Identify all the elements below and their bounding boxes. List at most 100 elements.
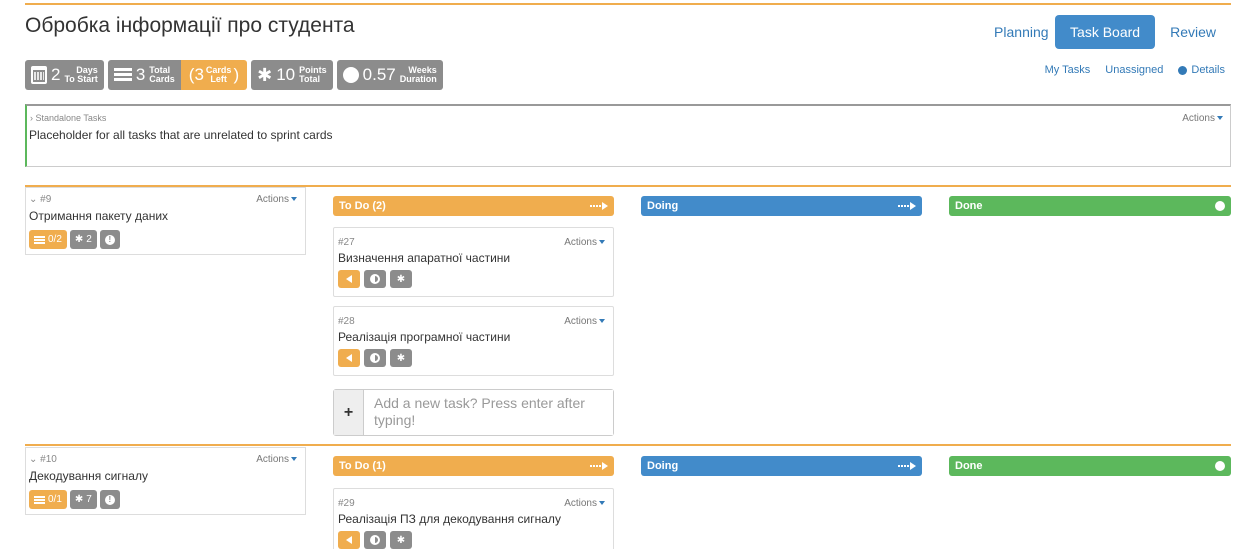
column-doing-label: Doing: [647, 200, 679, 212]
cards-value: 3: [135, 65, 146, 84]
warning-badge[interactable]: !: [99, 490, 120, 509]
column-done-label: Done: [955, 200, 983, 212]
arrow-right-icon[interactable]: [590, 462, 608, 470]
column-todo-header: To Do (2): [333, 196, 614, 216]
details-link[interactable]: Details: [1178, 64, 1225, 76]
clock-icon: [342, 67, 359, 83]
column-doing-header: Doing: [641, 456, 922, 476]
exclamation-icon: !: [104, 234, 115, 245]
star-icon: ✱: [74, 494, 84, 505]
exclamation-icon: !: [104, 494, 115, 505]
column-todo-label: To Do (2): [339, 200, 386, 212]
triangle-left-icon: [346, 275, 352, 283]
arrow-right-icon[interactable]: [898, 202, 916, 210]
standalone-heading[interactable]: › Standalone Tasks: [30, 113, 106, 123]
points-label-2: Total: [299, 74, 320, 84]
tasks-icon: [34, 235, 45, 244]
days-label-2: To Start: [64, 74, 98, 84]
points-stat: ✱ 10 Points Total: [251, 60, 333, 90]
tab-planning[interactable]: Planning: [979, 15, 1055, 49]
standalone-tasks-panel: › Standalone Tasks Actions Placeholder f…: [25, 104, 1231, 167]
points-button[interactable]: ✱: [390, 531, 412, 549]
points-button[interactable]: ✱: [390, 270, 412, 288]
star-icon: ✱: [396, 534, 406, 546]
info-icon: [1178, 65, 1188, 75]
half-circle-icon: [370, 353, 380, 363]
add-task-input[interactable]: [364, 390, 613, 435]
caret-down-icon: [599, 501, 605, 506]
warning-badge[interactable]: !: [99, 230, 120, 249]
days-to-start-stat: 2 Days To Start: [25, 60, 104, 90]
tasks-count: 0/2: [48, 234, 62, 245]
caret-down-icon: [1217, 116, 1223, 121]
task-card[interactable]: #28 Actions Реалізація програмної частин…: [333, 306, 614, 376]
task-actions-dropdown[interactable]: Actions: [564, 237, 605, 248]
page-title: Обробка інформації про студента: [25, 14, 355, 37]
actions-label: Actions: [564, 316, 597, 327]
task-actions-dropdown[interactable]: Actions: [564, 498, 605, 509]
star-icon: ✱: [396, 352, 406, 364]
task-title: Реалізація програмної частини: [338, 330, 511, 344]
status-button[interactable]: [364, 531, 386, 549]
task-buttons: ✱: [338, 270, 412, 288]
task-title: Реалізація ПЗ для декодування сигналу: [338, 512, 561, 526]
standalone-actions-dropdown[interactable]: Actions: [1182, 113, 1223, 124]
points-badge[interactable]: ✱ 2: [69, 230, 97, 249]
caret-down-icon: [599, 240, 605, 245]
tasks-icon: [34, 495, 45, 504]
my-tasks-link[interactable]: My Tasks: [1045, 64, 1091, 76]
story-actions-dropdown[interactable]: Actions: [256, 194, 297, 205]
details-label: Details: [1191, 64, 1225, 76]
column-done-label: Done: [955, 460, 983, 472]
arrow-right-icon[interactable]: [898, 462, 916, 470]
unassigned-link[interactable]: Unassigned: [1105, 64, 1163, 76]
move-left-button[interactable]: [338, 531, 360, 549]
story-id: ⌄ #9: [29, 194, 52, 205]
tasks-count-badge[interactable]: 0/2: [29, 230, 67, 249]
arrow-right-icon[interactable]: [590, 202, 608, 210]
story-badges: 0/1 ✱ 7 !: [29, 490, 120, 509]
task-card[interactable]: #29 Actions Реалізація ПЗ для декодуванн…: [333, 488, 614, 549]
column-todo-label: To Do (1): [339, 460, 386, 472]
task-title: Визначення апаратної частини: [338, 251, 511, 265]
tasks-count-badge[interactable]: 0/1: [29, 490, 67, 509]
cards-left-close: ): [233, 65, 240, 84]
story-actions-dropdown[interactable]: Actions: [256, 454, 297, 465]
days-value: 2: [51, 65, 61, 84]
cards-left-label-2: Left: [210, 74, 227, 84]
actions-label: Actions: [564, 498, 597, 509]
star-icon: ✱: [74, 234, 84, 245]
task-buttons: ✱: [338, 531, 412, 549]
tab-review[interactable]: Review: [1155, 15, 1231, 49]
cards-icon: [113, 68, 132, 82]
task-buttons: ✱: [338, 349, 412, 367]
column-done-header: Done: [949, 456, 1231, 476]
points-button[interactable]: ✱: [390, 349, 412, 367]
points-value: 10: [276, 65, 296, 84]
actions-label: Actions: [256, 194, 289, 205]
star-icon: ✱: [396, 273, 406, 285]
weeks-value: 0.57: [362, 65, 396, 84]
tasks-count: 0/1: [48, 494, 62, 505]
status-button[interactable]: [364, 349, 386, 367]
task-card[interactable]: #27 Actions Визначення апаратної частини…: [333, 227, 614, 297]
tab-task-board[interactable]: Task Board: [1055, 15, 1156, 49]
calendar-icon: [31, 66, 47, 84]
filter-links: My Tasks Unassigned Details: [1045, 64, 1225, 76]
points-badge[interactable]: ✱ 7: [69, 490, 97, 509]
cards-stat: 3 Total Cards (3 Cards Left ): [107, 60, 248, 90]
move-left-button[interactable]: [338, 349, 360, 367]
status-button[interactable]: [364, 270, 386, 288]
cards-left-stat: (3 Cards Left ): [180, 60, 248, 90]
column-done-header: Done: [949, 196, 1231, 216]
story-card[interactable]: ⌄ #9 Actions Отримання пакету даних 0/2 …: [25, 187, 306, 255]
top-accent-line: [25, 3, 1231, 5]
move-left-button[interactable]: [338, 270, 360, 288]
cards-label-2: Cards: [149, 74, 175, 84]
done-circle-icon: [1215, 201, 1225, 211]
column-todo-header: To Do (1): [333, 456, 614, 476]
caret-down-icon: [291, 457, 297, 462]
plus-icon[interactable]: +: [334, 390, 364, 435]
story-card[interactable]: ⌄ #10 Actions Декодування сигналу 0/1 ✱ 7…: [25, 447, 306, 515]
task-actions-dropdown[interactable]: Actions: [564, 316, 605, 327]
